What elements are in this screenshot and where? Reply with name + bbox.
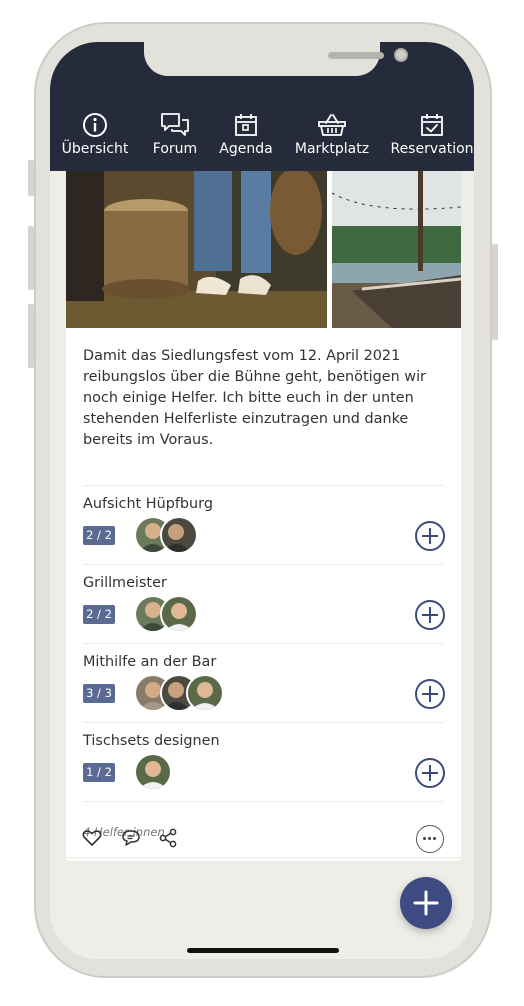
helper-avatar[interactable] bbox=[160, 516, 198, 554]
helper-avatar[interactable] bbox=[160, 595, 198, 633]
tab-label: Reservation bbox=[390, 141, 474, 157]
task-title: Aufsicht Hüpfburg bbox=[83, 496, 213, 512]
ellipsis-icon bbox=[423, 837, 436, 840]
tab-label: Marktplatz bbox=[294, 141, 370, 157]
task-count-badge: 2 / 2 bbox=[83, 605, 115, 624]
calendar-check-icon bbox=[421, 114, 443, 136]
task-count-badge: 3 / 3 bbox=[83, 684, 115, 703]
phone-notch bbox=[144, 42, 408, 76]
calendar-icon bbox=[235, 114, 257, 136]
post-description: Damit das Siedlungsfest vom 12. April 20… bbox=[83, 348, 426, 448]
phone-volume-down bbox=[28, 304, 34, 368]
basket-icon bbox=[318, 114, 346, 136]
more-options-button[interactable] bbox=[416, 825, 444, 853]
helper-avatar[interactable] bbox=[134, 753, 172, 791]
plus-icon bbox=[413, 890, 439, 916]
forum-post-card: Damit das Siedlungsfest vom 12. April 20… bbox=[66, 171, 461, 861]
divider bbox=[83, 643, 444, 644]
helper-avatar[interactable] bbox=[186, 674, 224, 712]
chat-icon bbox=[161, 113, 189, 136]
divider bbox=[83, 722, 444, 723]
post-photo-lake-tables[interactable] bbox=[332, 171, 461, 328]
task-title: Mithilfe an der Bar bbox=[83, 654, 217, 670]
task-count-badge: 1 / 2 bbox=[83, 763, 115, 782]
phone-power-button bbox=[492, 244, 498, 340]
add-helper-button[interactable] bbox=[415, 600, 445, 630]
tab-agenda[interactable]: Agenda bbox=[201, 112, 291, 162]
task-title: Grillmeister bbox=[83, 575, 167, 591]
tab-marktplatz[interactable]: Marktplatz bbox=[287, 112, 377, 162]
divider bbox=[83, 801, 444, 802]
info-icon bbox=[83, 113, 107, 137]
task-title: Tischsets designen bbox=[83, 733, 220, 749]
add-helper-button[interactable] bbox=[415, 521, 445, 551]
phone-mute-switch bbox=[28, 160, 34, 196]
home-indicator[interactable] bbox=[187, 948, 339, 953]
tab-label: Übersicht bbox=[61, 141, 129, 157]
add-helper-button[interactable] bbox=[415, 679, 445, 709]
create-post-fab[interactable] bbox=[400, 877, 452, 929]
add-helper-button[interactable] bbox=[415, 758, 445, 788]
divider bbox=[83, 564, 444, 565]
front-camera bbox=[394, 48, 408, 62]
share-icon[interactable] bbox=[158, 828, 178, 848]
post-photo-tree-stumps[interactable] bbox=[66, 171, 327, 328]
task-count-badge: 2 / 2 bbox=[83, 526, 115, 545]
earpiece-speaker bbox=[328, 52, 384, 59]
comment-icon[interactable] bbox=[121, 829, 141, 847]
tab-reservation[interactable]: Reservation bbox=[387, 112, 474, 162]
divider bbox=[83, 485, 444, 486]
phone-volume-up bbox=[28, 226, 34, 290]
tab-label: Agenda bbox=[219, 141, 273, 157]
app-screen: Übersicht Forum Agenda Marktplatz Reserv… bbox=[50, 42, 474, 959]
tab-uebersicht[interactable]: Übersicht bbox=[50, 112, 140, 162]
heart-icon[interactable] bbox=[82, 829, 102, 847]
divider bbox=[66, 857, 461, 858]
